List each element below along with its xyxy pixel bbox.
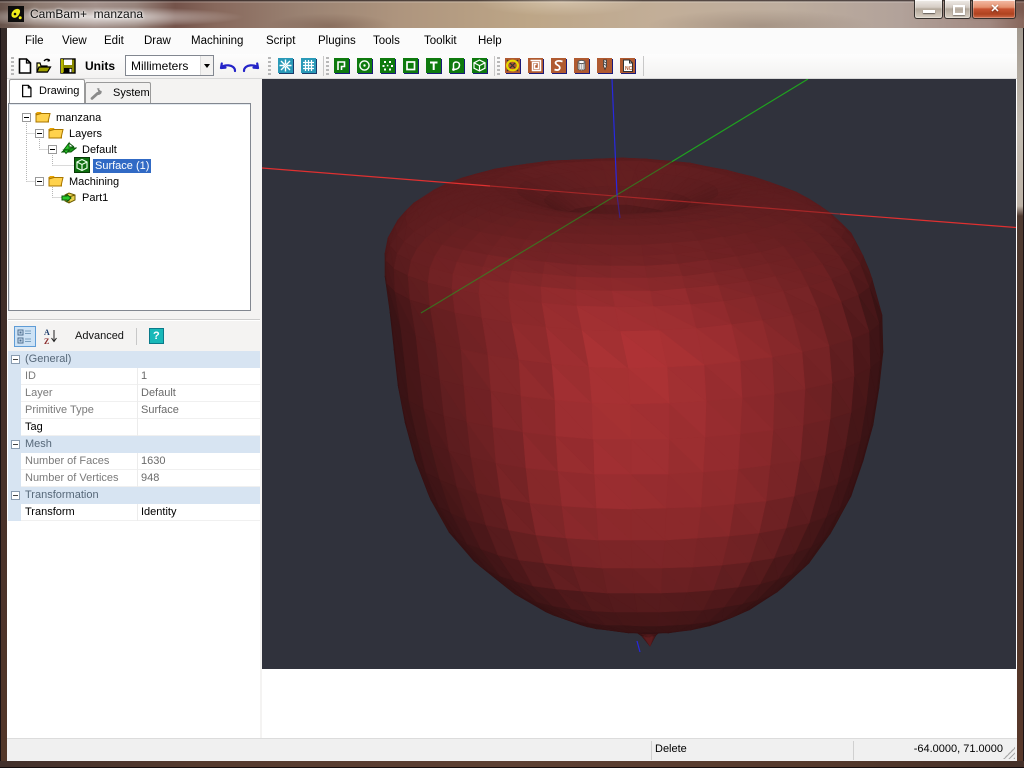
svg-text:Z: Z [44,337,49,346]
svg-text:NC: NC [625,66,633,72]
svg-text:A: A [44,328,50,337]
